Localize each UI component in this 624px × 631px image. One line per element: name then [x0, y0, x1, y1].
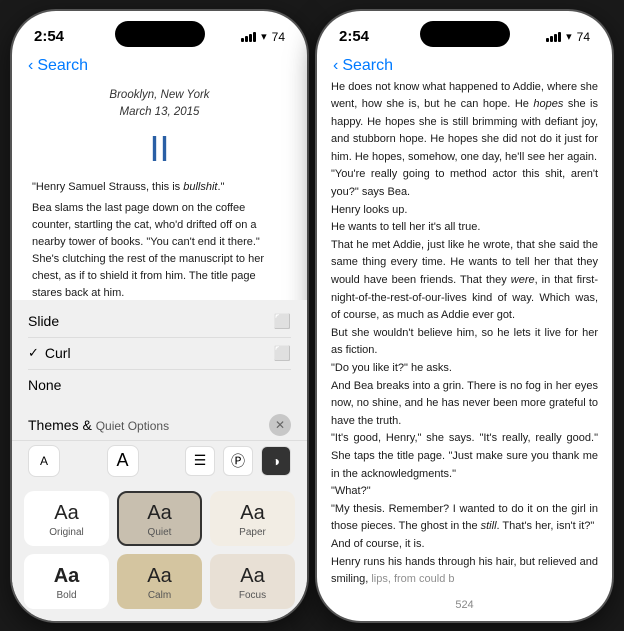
- left-phone: 2:54 ▾ 74 ‹: [12, 11, 307, 621]
- signal-icon-left: [241, 32, 256, 42]
- theme-paper[interactable]: Aa Paper: [210, 491, 295, 546]
- book-header-line2: March 13, 2015: [32, 104, 287, 121]
- theme-quiet[interactable]: Aa Quiet: [117, 491, 202, 546]
- phones-container: 2:54 ▾ 74 ‹: [0, 0, 624, 631]
- theme-paper-aa: Aa: [240, 503, 264, 523]
- themes-grid: Aa Original Aa Quiet Aa Paper Aa: [12, 483, 307, 621]
- theme-quiet-aa: Aa: [147, 503, 171, 523]
- right-book-text: He does not know what happened to Addie,…: [331, 79, 598, 591]
- font-icons: ☰ Ⓟ ◑: [185, 446, 291, 476]
- right-phone: 2:54 ▾ 74 ‹: [317, 11, 612, 621]
- back-chevron-right: ‹: [333, 57, 338, 75]
- bottom-panel: Slide ⬜ ✓ Curl ⬜ None: [12, 300, 307, 621]
- font-increase-button[interactable]: A: [107, 445, 139, 477]
- themes-header: Themes & Quiet Options ✕: [12, 406, 307, 440]
- theme-calm-label: Calm: [148, 590, 171, 601]
- nav-bar-right: ‹ Search: [317, 53, 612, 81]
- curl-label: Curl: [45, 345, 71, 361]
- theme-paper-label: Paper: [239, 527, 266, 538]
- battery-right: 74: [577, 30, 590, 44]
- slide-icon: ⬜: [274, 313, 291, 330]
- right-para: He does not know what happened to Addie,…: [331, 79, 598, 591]
- slide-option-curl[interactable]: ✓ Curl ⬜: [28, 338, 291, 370]
- time-right: 2:54: [339, 28, 369, 45]
- theme-bold-aa: Aa: [54, 566, 80, 586]
- theme-original-aa: Aa: [54, 503, 78, 523]
- theme-calm[interactable]: Aa Calm: [117, 554, 202, 609]
- time-left: 2:54: [34, 28, 64, 45]
- slide-options: Slide ⬜ ✓ Curl ⬜ None: [12, 300, 307, 406]
- theme-focus-aa: Aa: [240, 566, 264, 586]
- font-controls-row: A A ☰ Ⓟ ◑: [12, 440, 307, 483]
- back-button-right[interactable]: ‹ Search: [333, 57, 596, 75]
- back-label-left: Search: [37, 57, 88, 75]
- theme-bold[interactable]: Aa Bold: [24, 554, 109, 609]
- wifi-icon-right: ▾: [566, 30, 572, 43]
- book-para-0: "Henry Samuel Strauss, this is bullshit.…: [32, 179, 287, 196]
- curl-icon: ⬜: [274, 345, 291, 362]
- theme-focus-label: Focus: [239, 590, 266, 601]
- back-chevron-left: ‹: [28, 57, 33, 75]
- font-decrease-button[interactable]: A: [28, 445, 60, 477]
- themes-title: Themes & Quiet Options: [28, 417, 169, 433]
- none-label: None: [28, 377, 61, 393]
- theme-calm-aa: Aa: [147, 566, 171, 586]
- back-button-left[interactable]: ‹ Search: [28, 57, 291, 75]
- wifi-icon-left: ▾: [261, 30, 267, 43]
- theme-quiet-label: Quiet: [148, 527, 172, 538]
- dynamic-island: [115, 21, 205, 47]
- theme-original-label: Original: [49, 527, 83, 538]
- close-button[interactable]: ✕: [269, 414, 291, 436]
- status-icons-right: ▾ 74: [546, 30, 590, 44]
- slide-label: Slide: [28, 313, 59, 329]
- display-options-button[interactable]: ◑: [261, 446, 291, 476]
- back-label-right: Search: [342, 57, 393, 75]
- font-style-button[interactable]: ☰: [185, 446, 215, 476]
- theme-original[interactable]: Aa Original: [24, 491, 109, 546]
- dynamic-island-right: [420, 21, 510, 47]
- chapter-number: II: [32, 129, 287, 169]
- theme-bold-label: Bold: [56, 590, 76, 601]
- book-para-1: Bea slams the last page down on the coff…: [32, 200, 287, 302]
- nav-bar-left: ‹ Search: [12, 53, 307, 81]
- battery-left: 74: [272, 30, 285, 44]
- font-format-button[interactable]: Ⓟ: [223, 446, 253, 476]
- slide-option-slide[interactable]: Slide ⬜: [28, 306, 291, 338]
- theme-focus[interactable]: Aa Focus: [210, 554, 295, 609]
- signal-icon-right: [546, 32, 561, 42]
- page-number: 524: [455, 599, 473, 611]
- book-header: Brooklyn, New York March 13, 2015: [32, 87, 287, 122]
- slide-option-none[interactable]: None: [28, 370, 291, 400]
- status-icons-left: ▾ 74: [241, 30, 285, 44]
- book-header-line1: Brooklyn, New York: [32, 87, 287, 104]
- curl-checkmark: ✓: [28, 345, 39, 361]
